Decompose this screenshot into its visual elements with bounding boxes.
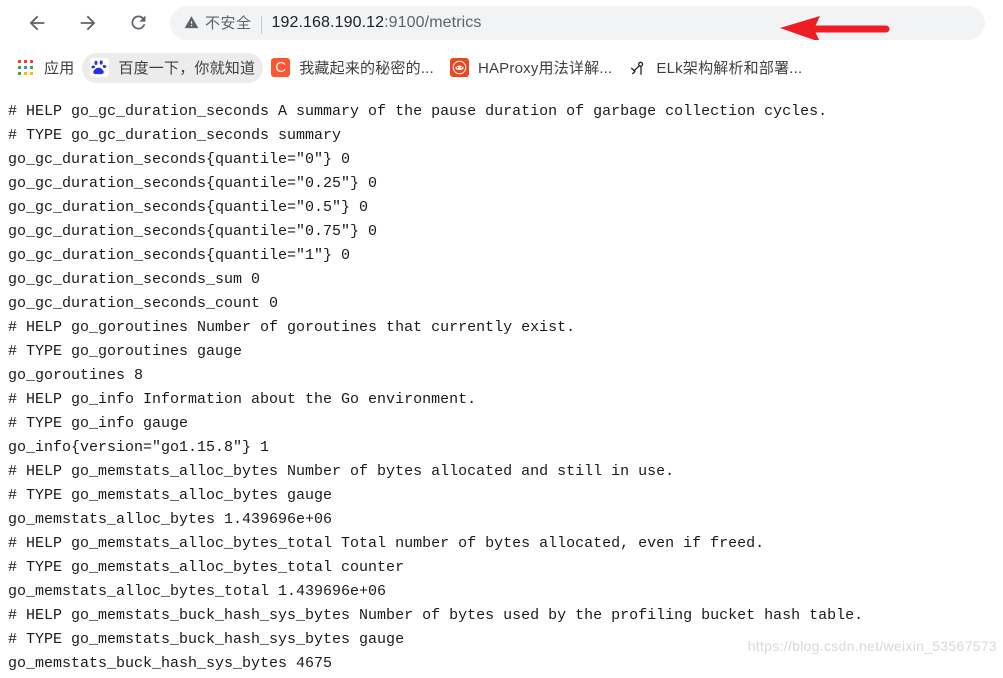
metrics-line: # TYPE go_gc_duration_seconds summary bbox=[8, 127, 342, 144]
forward-button[interactable] bbox=[69, 4, 107, 42]
metrics-line: # HELP go_memstats_alloc_bytes_total Tot… bbox=[8, 535, 765, 552]
metrics-line: # HELP go_info Information about the Go … bbox=[8, 391, 477, 408]
browser-chrome: 不安全 192.168.190.12:9100/metrics 应用 百度一下，… bbox=[0, 0, 1003, 90]
url-host: 192.168.190.12 bbox=[271, 13, 385, 31]
metrics-line: # TYPE go_goroutines gauge bbox=[8, 343, 243, 360]
metrics-line: # TYPE go_memstats_alloc_bytes_total cou… bbox=[8, 559, 405, 576]
bookmark-label: ELk架构解析和部署... bbox=[656, 60, 803, 77]
security-status-text: 不安全 bbox=[205, 15, 252, 32]
metrics-line: go_gc_duration_seconds_sum 0 bbox=[8, 271, 261, 288]
warning-triangle-icon bbox=[184, 16, 199, 29]
haproxy-logo-icon bbox=[452, 60, 467, 75]
csdn-icon-letter: C bbox=[271, 58, 291, 77]
bookmark-label: 我藏起来的秘密的... bbox=[299, 60, 434, 77]
metrics-line: go_info{version="go1.15.8"} 1 bbox=[8, 439, 270, 456]
metrics-line: go_gc_duration_seconds{quantile="0.75"} … bbox=[8, 223, 378, 240]
metrics-line: # HELP go_gc_duration_seconds A summary … bbox=[8, 103, 828, 120]
forward-arrow-icon bbox=[80, 15, 96, 30]
metrics-line: # TYPE go_memstats_alloc_bytes gauge bbox=[8, 487, 333, 504]
security-status-chip[interactable]: 不安全 bbox=[184, 12, 262, 34]
bookmark-baidu[interactable]: 百度一下，你就知道 bbox=[82, 52, 264, 83]
bookmark-haproxy[interactable]: HAProxy用法详解... bbox=[442, 53, 620, 83]
metrics-line: # HELP go_memstats_alloc_bytes Number of… bbox=[8, 463, 675, 480]
bookmark-elk[interactable]: ELk架构解析和部署... bbox=[620, 53, 810, 83]
metrics-line: go_gc_duration_seconds{quantile="0.5"} 0 bbox=[8, 199, 369, 216]
metrics-text-output: # HELP go_gc_duration_seconds A summary … bbox=[0, 90, 1003, 678]
page-content: # HELP go_gc_duration_seconds A summary … bbox=[0, 90, 1003, 678]
red-arrow-annotation-icon bbox=[780, 15, 890, 40]
address-bar[interactable]: 不安全 192.168.190.12:9100/metrics bbox=[170, 5, 985, 40]
metrics-line: # HELP go_goroutines Number of goroutine… bbox=[8, 319, 576, 336]
bookmark-label: 应用 bbox=[44, 60, 75, 77]
bookmark-apps[interactable]: 应用 bbox=[8, 53, 82, 83]
elk-logo-icon bbox=[630, 61, 644, 75]
apps-grid-icon bbox=[16, 58, 35, 77]
reload-icon bbox=[130, 15, 145, 30]
metrics-line: go_memstats_alloc_bytes 1.439696e+06 bbox=[8, 511, 333, 528]
metrics-line: go_gc_duration_seconds{quantile="1"} 0 bbox=[8, 247, 351, 264]
metrics-line: # TYPE go_info gauge bbox=[8, 415, 189, 432]
metrics-line: go_gc_duration_seconds_count 0 bbox=[8, 295, 279, 312]
metrics-line: go_gc_duration_seconds{quantile="0.25"} … bbox=[8, 175, 378, 192]
browser-toolbar: 不安全 192.168.190.12:9100/metrics bbox=[0, 0, 1003, 45]
csdn-icon: C bbox=[271, 58, 291, 77]
metrics-line: # HELP go_memstats_buck_hash_sys_bytes N… bbox=[8, 607, 864, 624]
back-button[interactable] bbox=[18, 4, 56, 42]
bookmarks-bar: 应用 百度一下，你就知道 C 我藏起来的秘密的... HAProxy用法详解..… bbox=[0, 45, 1003, 90]
baidu-icon bbox=[90, 58, 110, 77]
metrics-line: go_gc_duration_seconds{quantile="0"} 0 bbox=[8, 151, 351, 168]
bookmark-label: HAProxy用法详解... bbox=[477, 60, 613, 77]
url-path: :9100/metrics bbox=[384, 13, 482, 31]
back-arrow-icon bbox=[29, 15, 45, 30]
url-text: 192.168.190.12:9100/metrics bbox=[272, 14, 482, 32]
metrics-line: go_memstats_alloc_bytes_total 1.439696e+… bbox=[8, 583, 387, 600]
baidu-paw-icon bbox=[91, 60, 107, 75]
elk-icon bbox=[628, 58, 647, 77]
metrics-line: go_memstats_buck_hash_sys_bytes 4675 bbox=[8, 655, 333, 672]
watermark-text: https://blog.csdn.net/weixin_53567573 bbox=[747, 638, 997, 654]
haproxy-icon bbox=[449, 58, 469, 77]
metrics-line: go_goroutines 8 bbox=[8, 367, 144, 384]
reload-button[interactable] bbox=[119, 4, 157, 42]
bookmark-label: 百度一下，你就知道 bbox=[118, 60, 256, 77]
bookmark-csdn[interactable]: C 我藏起来的秘密的... bbox=[263, 53, 442, 83]
